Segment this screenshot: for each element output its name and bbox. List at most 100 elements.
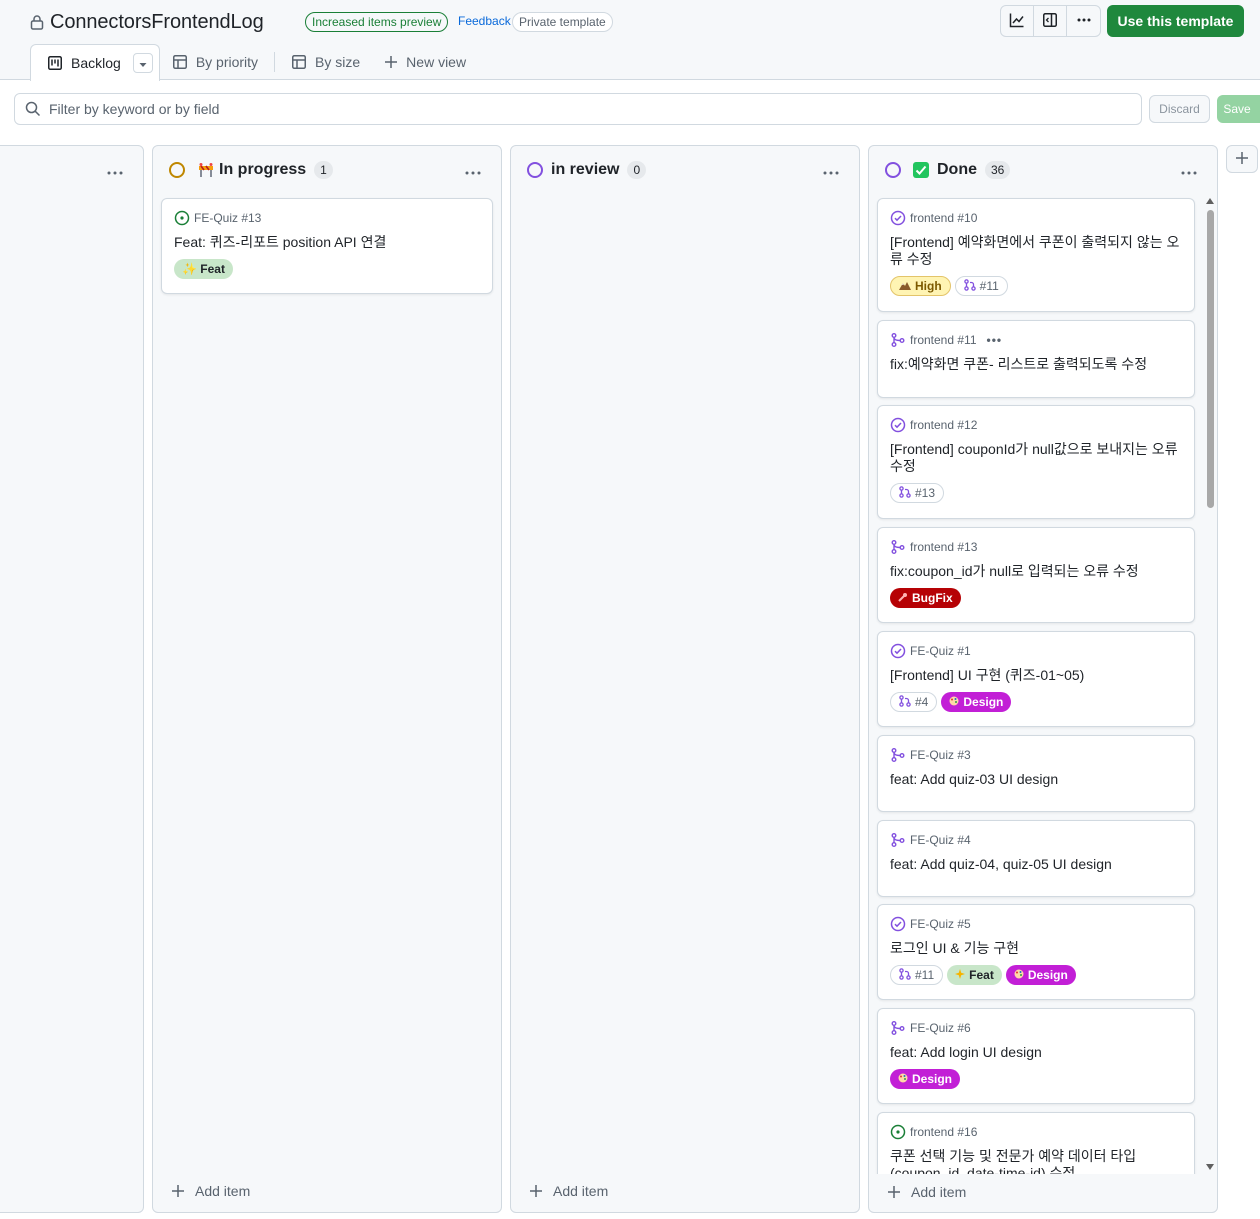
board-card[interactable]: frontend #12 [Frontend] couponId가 null값으… bbox=[877, 405, 1195, 519]
plus-icon bbox=[887, 1185, 901, 1199]
card-repo[interactable]: FE-Quiz #6 bbox=[910, 1021, 971, 1035]
board-card[interactable]: FE-Quiz #4 feat: Add quiz-04, quiz-05 UI… bbox=[877, 820, 1195, 897]
board-card[interactable]: frontend #13 fix:coupon_id가 null로 입력되는 오… bbox=[877, 527, 1195, 623]
card-repo[interactable]: frontend #11 bbox=[910, 333, 977, 347]
label-high: High bbox=[890, 276, 951, 296]
card-title[interactable]: [Frontend] couponId가 null값으로 보내지는 오류 수정 bbox=[890, 441, 1182, 475]
board-card[interactable]: frontend #16 쿠폰 선택 기능 및 전문가 예약 데이터 타입 (c… bbox=[877, 1112, 1195, 1174]
tab-label: By priority bbox=[195, 54, 259, 70]
card-more-icon[interactable]: ••• bbox=[987, 333, 1003, 347]
linked-pull-request[interactable]: #11 bbox=[954, 276, 1008, 296]
palette-icon bbox=[1014, 968, 1024, 982]
board-card[interactable]: FE-Quiz #13 Feat: 퀴즈-리포트 position API 연결… bbox=[161, 198, 493, 294]
card-title[interactable]: 쿠폰 선택 기능 및 전문가 예약 데이터 타입 (coupon_id, dat… bbox=[890, 1148, 1182, 1174]
add-item-label: Add item bbox=[195, 1183, 251, 1199]
card-repo[interactable]: FE-Quiz #1 bbox=[910, 644, 971, 658]
use-template-button[interactable]: Use this template bbox=[1107, 5, 1244, 37]
scroll-thumb[interactable] bbox=[1207, 210, 1214, 508]
linked-pull-request[interactable]: #13 bbox=[890, 483, 945, 503]
tab-by-priority[interactable]: By priority bbox=[160, 44, 270, 80]
palette-icon bbox=[949, 695, 959, 709]
add-item-button[interactable]: Add item bbox=[887, 1179, 966, 1205]
card-meta: frontend #11 ••• bbox=[890, 332, 1182, 348]
card-repo[interactable]: FE-Quiz #4 bbox=[910, 833, 971, 847]
card-meta: frontend #13 bbox=[890, 539, 1182, 555]
board-card[interactable]: frontend #10 [Frontend] 예약화면에서 쿠폰이 출력되지 … bbox=[877, 198, 1195, 312]
card-meta: frontend #12 bbox=[890, 417, 1182, 433]
add-item-button[interactable]: Add item bbox=[171, 1178, 250, 1204]
linked-pull-request[interactable]: #4 bbox=[890, 692, 938, 712]
palette-icon bbox=[898, 1072, 908, 1086]
tab-options-button[interactable] bbox=[132, 53, 153, 73]
linked-pull-request[interactable]: #11 bbox=[890, 965, 944, 985]
scroll-down-arrow-icon[interactable] bbox=[1206, 1164, 1214, 1170]
view-tabs: Backlog By priority By size New view bbox=[30, 44, 478, 81]
project-board-icon bbox=[47, 55, 63, 71]
card-title[interactable]: fix:예약화면 쿠폰- 리스트로 출력되도록 수정 bbox=[890, 356, 1182, 373]
card-title[interactable]: Feat: 퀴즈-리포트 position API 연결 bbox=[174, 234, 480, 251]
column-menu-button[interactable] bbox=[819, 160, 843, 180]
tab-by-size[interactable]: By size bbox=[279, 44, 372, 80]
add-item-button[interactable]: Add item bbox=[529, 1178, 608, 1204]
filter-input[interactable] bbox=[49, 101, 1049, 117]
discard-button[interactable]: Discard bbox=[1149, 95, 1210, 123]
label-feat: Feat bbox=[947, 965, 1002, 985]
side-panel-button[interactable] bbox=[1034, 6, 1067, 36]
card-meta: FE-Quiz #13 bbox=[174, 210, 480, 226]
column-menu-button[interactable] bbox=[103, 160, 127, 180]
card-title[interactable]: fix:coupon_id가 null로 입력되는 오류 수정 bbox=[890, 563, 1182, 580]
card-title[interactable]: 로그인 UI & 기능 구현 bbox=[890, 940, 1182, 957]
kebab-horizontal-icon bbox=[107, 162, 123, 178]
table-icon bbox=[291, 54, 307, 70]
title-row: ConnectorsFrontendLog bbox=[30, 9, 264, 35]
board-column-in-progress: In progress 1 FE-Quiz #13 Feat: 퀴즈-리포트 p… bbox=[152, 145, 502, 1213]
board-card[interactable]: FE-Quiz #3 feat: Add quiz-03 UI design bbox=[877, 735, 1195, 812]
column-menu-button[interactable] bbox=[461, 160, 485, 180]
card-meta: frontend #16 bbox=[890, 1124, 1182, 1140]
board-card[interactable]: FE-Quiz #6 feat: Add login UI design Des… bbox=[877, 1008, 1195, 1104]
label-design: Design bbox=[1005, 965, 1076, 985]
card-repo[interactable]: FE-Quiz #13 bbox=[194, 211, 261, 225]
insights-button[interactable] bbox=[1001, 6, 1034, 36]
board-card[interactable]: FE-Quiz #5 로그인 UI & 기능 구현 #11 Feat Desig… bbox=[877, 904, 1195, 1000]
board-card[interactable]: frontend #11 ••• fix:예약화면 쿠폰- 리스트로 출력되도록… bbox=[877, 320, 1195, 398]
board-card[interactable]: FE-Quiz #1 [Frontend] UI 구현 (퀴즈-01~05) #… bbox=[877, 631, 1195, 727]
card-repo[interactable]: frontend #10 bbox=[910, 211, 977, 225]
card-title[interactable]: [Frontend] 예약화면에서 쿠폰이 출력되지 않는 오류 수정 bbox=[890, 234, 1182, 268]
preview-badge[interactable]: Increased items preview bbox=[305, 12, 449, 32]
card-repo[interactable]: frontend #13 bbox=[910, 540, 977, 554]
card-title[interactable]: [Frontend] UI 구현 (퀴즈-01~05) bbox=[890, 667, 1182, 684]
project-header: ConnectorsFrontendLog Increased items pr… bbox=[0, 0, 1260, 81]
feedback-link[interactable]: Feedback bbox=[458, 14, 511, 28]
status-circle-icon bbox=[527, 162, 543, 178]
tab-backlog[interactable]: Backlog bbox=[30, 44, 160, 81]
label-text: Design bbox=[963, 695, 1004, 709]
kebab-horizontal-icon bbox=[823, 162, 839, 178]
card-repo[interactable]: FE-Quiz #3 bbox=[910, 748, 971, 762]
column-count: 0 bbox=[627, 161, 647, 179]
card-meta: FE-Quiz #4 bbox=[890, 832, 1182, 848]
card-title[interactable]: feat: Add quiz-04, quiz-05 UI design bbox=[890, 856, 1182, 873]
done-card-list[interactable]: frontend #10 [Frontend] 예약화면에서 쿠폰이 출력되지 … bbox=[869, 194, 1217, 1174]
label-text: Feat bbox=[969, 968, 994, 982]
card-title[interactable]: feat: Add quiz-03 UI design bbox=[890, 771, 1182, 788]
kebab-horizontal-icon bbox=[465, 162, 481, 178]
scroll-up-arrow-icon[interactable] bbox=[1206, 198, 1214, 204]
add-column-button[interactable] bbox=[1226, 145, 1258, 173]
label-text: #11 bbox=[915, 968, 935, 982]
label-design: Design bbox=[941, 692, 1012, 712]
column-menu-button[interactable] bbox=[1177, 160, 1201, 180]
done-column-scrollbar[interactable] bbox=[1204, 198, 1216, 1170]
card-repo[interactable]: frontend #12 bbox=[910, 418, 977, 432]
column-count: 36 bbox=[985, 161, 1011, 179]
save-button[interactable]: Save bbox=[1217, 95, 1260, 123]
more-options-button[interactable] bbox=[1067, 6, 1100, 36]
label-bugfix: BugFix bbox=[890, 588, 961, 608]
new-view-button[interactable]: New view bbox=[372, 44, 478, 80]
label-text: Design bbox=[912, 1072, 953, 1086]
card-repo[interactable]: frontend #16 bbox=[910, 1125, 977, 1139]
column-count: 1 bbox=[314, 161, 333, 179]
card-title[interactable]: feat: Add login UI design bbox=[890, 1044, 1182, 1061]
card-repo[interactable]: FE-Quiz #5 bbox=[910, 917, 971, 931]
git-merge-icon bbox=[890, 332, 906, 348]
